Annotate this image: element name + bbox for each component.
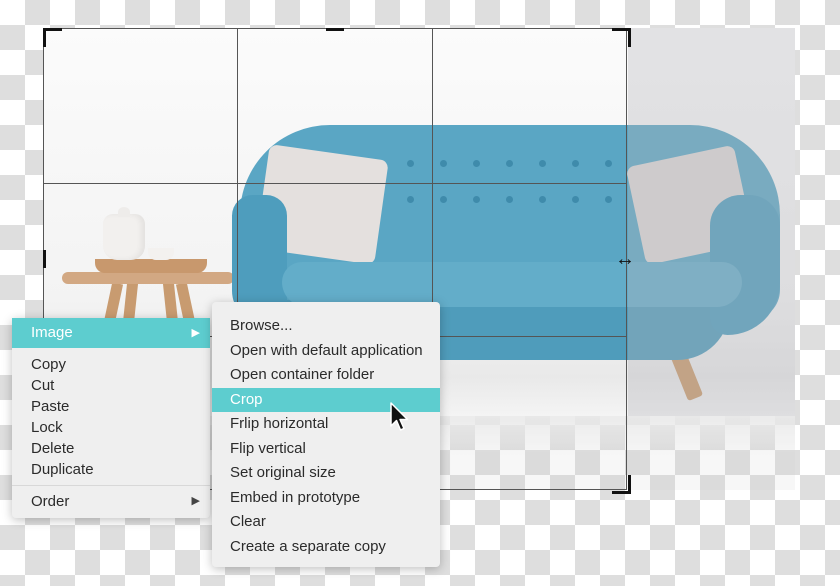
menu-item-cut[interactable]: Cut — [12, 375, 210, 396]
menu-item-label: Image — [31, 324, 73, 341]
mouse-pointer-icon — [390, 402, 409, 431]
crop-handle-top[interactable] — [326, 28, 344, 31]
menu-item-label: Crop — [230, 390, 263, 408]
menu-item-order[interactable]: Order ▶ — [12, 491, 210, 512]
menu-item-label: Duplicate — [31, 461, 94, 478]
menu-item-label: Clear — [230, 513, 266, 530]
submenu-item-set-original-size[interactable]: Set original size — [212, 461, 440, 486]
menu-item-label: Order — [31, 493, 70, 510]
submenu-item-clear[interactable]: Clear — [212, 510, 440, 535]
menu-item-copy[interactable]: Copy — [12, 354, 210, 375]
menu-item-label: Delete — [31, 440, 75, 457]
crop-handle-top-right[interactable] — [612, 28, 631, 47]
submenu-item-create-separate-copy[interactable]: Create a separate copy — [212, 535, 440, 560]
image-submenu: Browse... Open with default application … — [212, 302, 440, 567]
crop-handle-bottom-right[interactable] — [612, 475, 631, 494]
menu-item-delete[interactable]: Delete — [12, 438, 210, 459]
menu-item-image[interactable]: Image ▶ — [12, 318, 210, 348]
outside-crop-overlay — [628, 28, 795, 416]
submenu-item-browse[interactable]: Browse... — [212, 314, 440, 339]
crop-handle-top-left[interactable] — [43, 28, 62, 47]
horizontal-resize-cursor-icon: ↔ — [615, 248, 635, 270]
menu-item-paste[interactable]: Paste — [12, 396, 210, 417]
menu-item-label: Set original size — [230, 464, 336, 481]
submenu-item-open-container-folder[interactable]: Open container folder — [212, 363, 440, 388]
menu-separator — [12, 485, 210, 486]
submenu-item-flip-vertical[interactable]: Flip vertical — [212, 437, 440, 462]
menu-item-label: Cut — [31, 377, 55, 394]
menu-item-label: Embed in prototype — [230, 488, 361, 506]
menu-item-duplicate[interactable]: Duplicate — [12, 459, 210, 480]
menu-item-label: Lock — [31, 419, 63, 436]
menu-item-label: Flip vertical — [230, 439, 306, 457]
submenu-item-embed-in-prototype[interactable]: Embed in prototype — [212, 486, 440, 511]
menu-item-label: Create a separate copy — [230, 537, 386, 555]
crop-grid-line — [43, 183, 627, 184]
submenu-item-open-default-app[interactable]: Open with default application — [212, 339, 440, 364]
menu-item-lock[interactable]: Lock — [12, 417, 210, 438]
menu-item-label: Frlip horizontal — [230, 415, 329, 432]
menu-item-label: Browse... — [230, 317, 293, 334]
menu-item-label: Paste — [31, 398, 70, 415]
submenu-arrow-icon: ▶ — [191, 327, 200, 339]
context-menu: Image ▶ Copy Cut Paste Lock Delete Dupli… — [12, 318, 210, 518]
crop-handle-left[interactable] — [43, 250, 46, 268]
menu-item-label: Open with default application — [230, 341, 423, 359]
submenu-arrow-icon: ▶ — [191, 495, 200, 507]
menu-item-label: Open container folder — [230, 366, 375, 383]
menu-item-label: Copy — [31, 356, 67, 373]
